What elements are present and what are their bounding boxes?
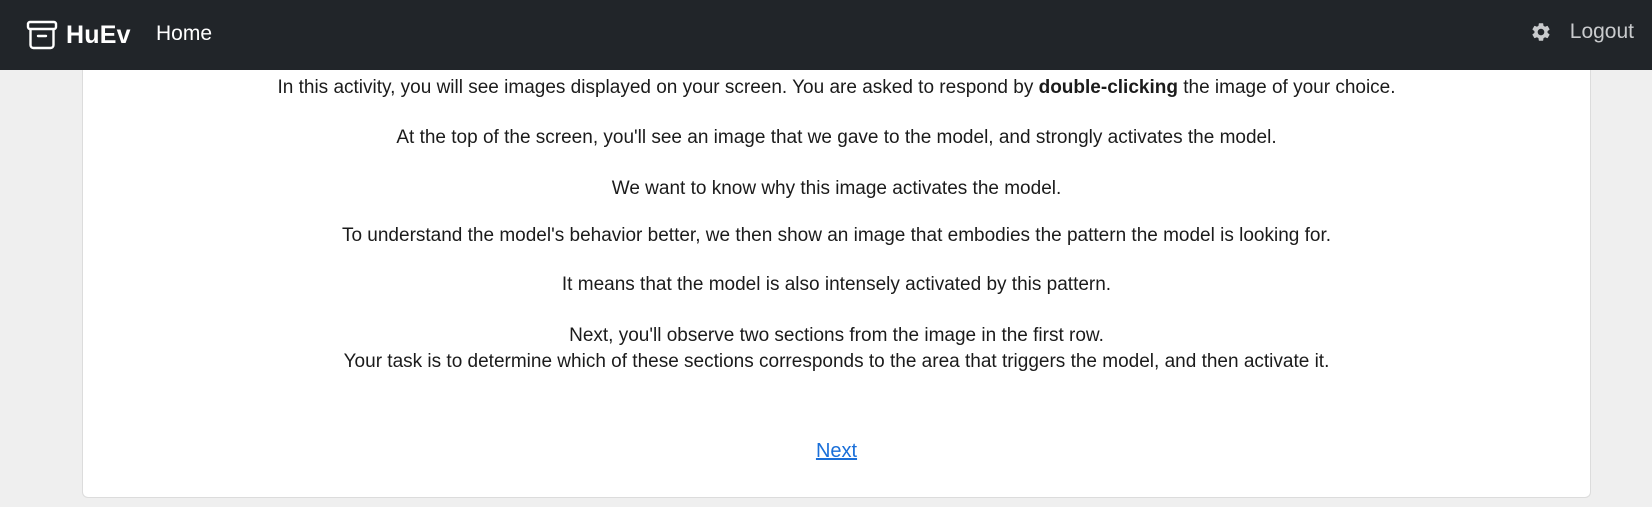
logout-link[interactable]: Logout (1570, 20, 1634, 44)
instruction-paragraph-3: We want to know why this image activates… (611, 178, 1062, 199)
instruction-paragraph-2: At the top of the screen, you'll see an … (396, 127, 1277, 148)
instruction-paragraph-5: It means that the model is also intensel… (561, 274, 1112, 295)
brand-link[interactable]: HuEv (26, 17, 131, 53)
instruction-paragraph-6-line-1: Next, you'll observe two sections from t… (569, 325, 1104, 346)
top-navbar: HuEv Home Logout (0, 0, 1652, 70)
instruction-paragraph-6-line-2: Your task is to determine which of these… (343, 351, 1330, 372)
gear-icon[interactable] (1530, 21, 1552, 43)
navbar-right: Logout (1530, 20, 1634, 44)
instruction-p1-end: the image of your choice. (1177, 77, 1396, 98)
next-link[interactable]: Next (816, 440, 857, 462)
instruction-paragraph-1: In this activity, you will see images di… (83, 75, 1590, 101)
instructions-card: In this activity, you will see images di… (82, 70, 1591, 498)
archive-box-icon (26, 19, 58, 51)
brand-name: HuEv (66, 20, 131, 49)
nav-home-link[interactable]: Home (156, 22, 212, 46)
instruction-p1-start: In this activity, you will see images di… (277, 77, 1039, 98)
instruction-p1-emphasis: double-clicking (1038, 77, 1178, 98)
instruction-paragraph-4: To understand the model's behavior bette… (341, 225, 1332, 246)
next-link-container: Next (83, 440, 1590, 463)
